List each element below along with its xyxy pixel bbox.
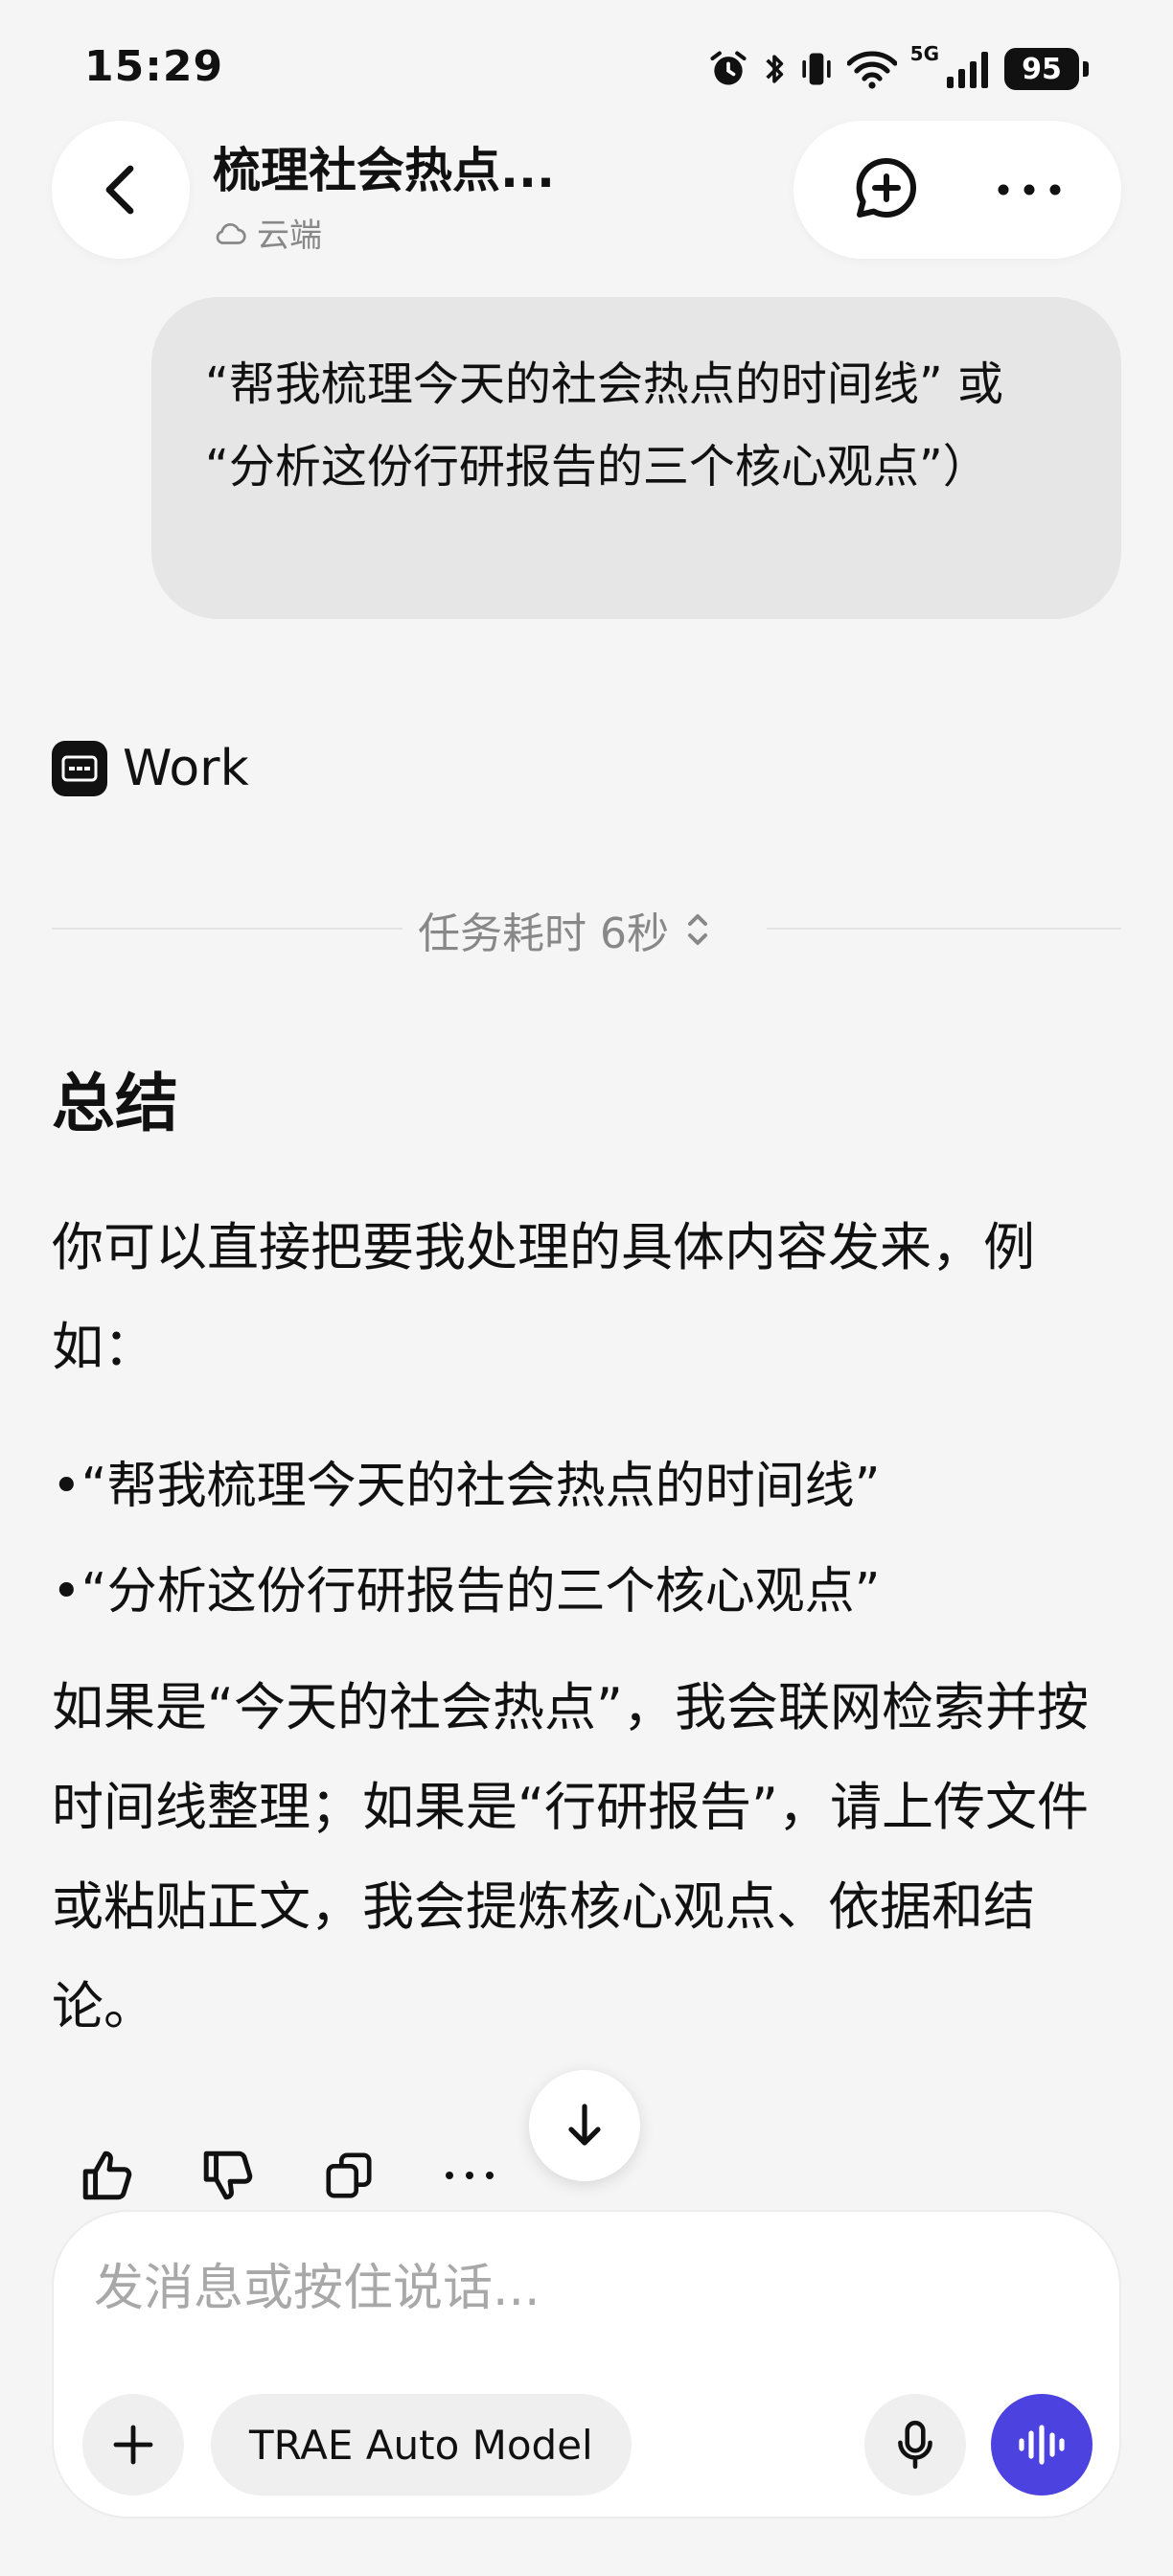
divider-left: [52, 928, 402, 930]
microphone-button[interactable]: [864, 2394, 966, 2496]
user-message-bubble: “帮我梳理今天的社会热点的时间线” 或 “分析这份行研报告的三个核心观点”）: [151, 297, 1121, 619]
model-selector[interactable]: TRAE Auto Model: [211, 2394, 632, 2496]
battery-tip: [1083, 61, 1089, 77]
back-button[interactable]: [52, 121, 190, 259]
more-icon: [446, 2172, 494, 2179]
thumbs-down-icon: [203, 2150, 253, 2200]
back-icon: [105, 165, 134, 215]
attach-button[interactable]: [82, 2394, 184, 2496]
vibrate-icon: [801, 53, 831, 85]
status-icons: 5G 95: [707, 42, 1089, 96]
task-duration-label: 任务耗时 6秒: [418, 909, 669, 958]
summary-intro: 你可以直接把要我处理的具体内容发来，例如：: [52, 1217, 1035, 1377]
storage-status: 云端: [213, 209, 322, 256]
battery-level: 95: [1004, 48, 1079, 90]
alarm-icon: [710, 51, 747, 85]
message-input[interactable]: [94, 2250, 1052, 2327]
status-time: 15:29: [84, 42, 224, 91]
expand-collapse-icon: [687, 914, 707, 945]
like-button[interactable]: [79, 2147, 136, 2204]
summary-bullet-1: •“帮我梳理今天的社会热点的时间线”: [52, 1458, 881, 1515]
summary-bullet-2: •“分析这份行研报告的三个核心观点”: [52, 1563, 881, 1621]
voice-wave-icon: [1019, 2425, 1065, 2465]
wifi-icon: [846, 51, 897, 89]
conversation-title: 梳理社会热点...: [213, 143, 555, 198]
message-more-button[interactable]: [441, 2147, 498, 2204]
thumbs-up-icon: [82, 2150, 132, 2200]
copy-icon: [326, 2152, 372, 2198]
task-duration-toggle[interactable]: 任务耗时 6秒: [418, 899, 709, 960]
dislike-button[interactable]: [199, 2147, 257, 2204]
agent-icon: [52, 741, 107, 796]
header-actions: [794, 121, 1121, 259]
agent-name: Work: [123, 740, 249, 797]
new-chat-icon: [856, 157, 916, 218]
voice-input-button[interactable]: [991, 2394, 1092, 2496]
storage-status-label: 云端: [257, 217, 322, 255]
summary-detail: 如果是“今天的社会热点”，我会联网检索并按时间线整理；如果是“行研报告”，请上传…: [52, 1677, 1089, 2036]
signal-icon: [947, 52, 988, 88]
copy-button[interactable]: [320, 2147, 378, 2204]
divider-right: [767, 928, 1121, 930]
message-composer: TRAE Auto Model: [52, 2210, 1121, 2518]
plus-icon: [113, 2425, 153, 2465]
summary-heading: 总结: [52, 1067, 178, 1140]
cloud-icon: [216, 222, 246, 244]
bluetooth-icon: [766, 55, 783, 83]
battery-icon: 95: [1004, 48, 1089, 90]
arrow-down-icon: [568, 2104, 601, 2146]
scroll-to-bottom-button[interactable]: [529, 2070, 640, 2181]
microphone-icon: [898, 2420, 932, 2470]
feedback-actions: [79, 2147, 498, 2204]
agent-label: Work: [52, 740, 249, 797]
new-chat-button[interactable]: [840, 144, 932, 236]
network-label: 5G: [909, 42, 939, 65]
more-options-button[interactable]: [983, 144, 1075, 236]
more-icon: [998, 184, 1060, 196]
chat-screen: 15:29 5G 95 梳理社会热点... 云端 “帮我梳理今天的社会热点的时间…: [0, 0, 1173, 2576]
